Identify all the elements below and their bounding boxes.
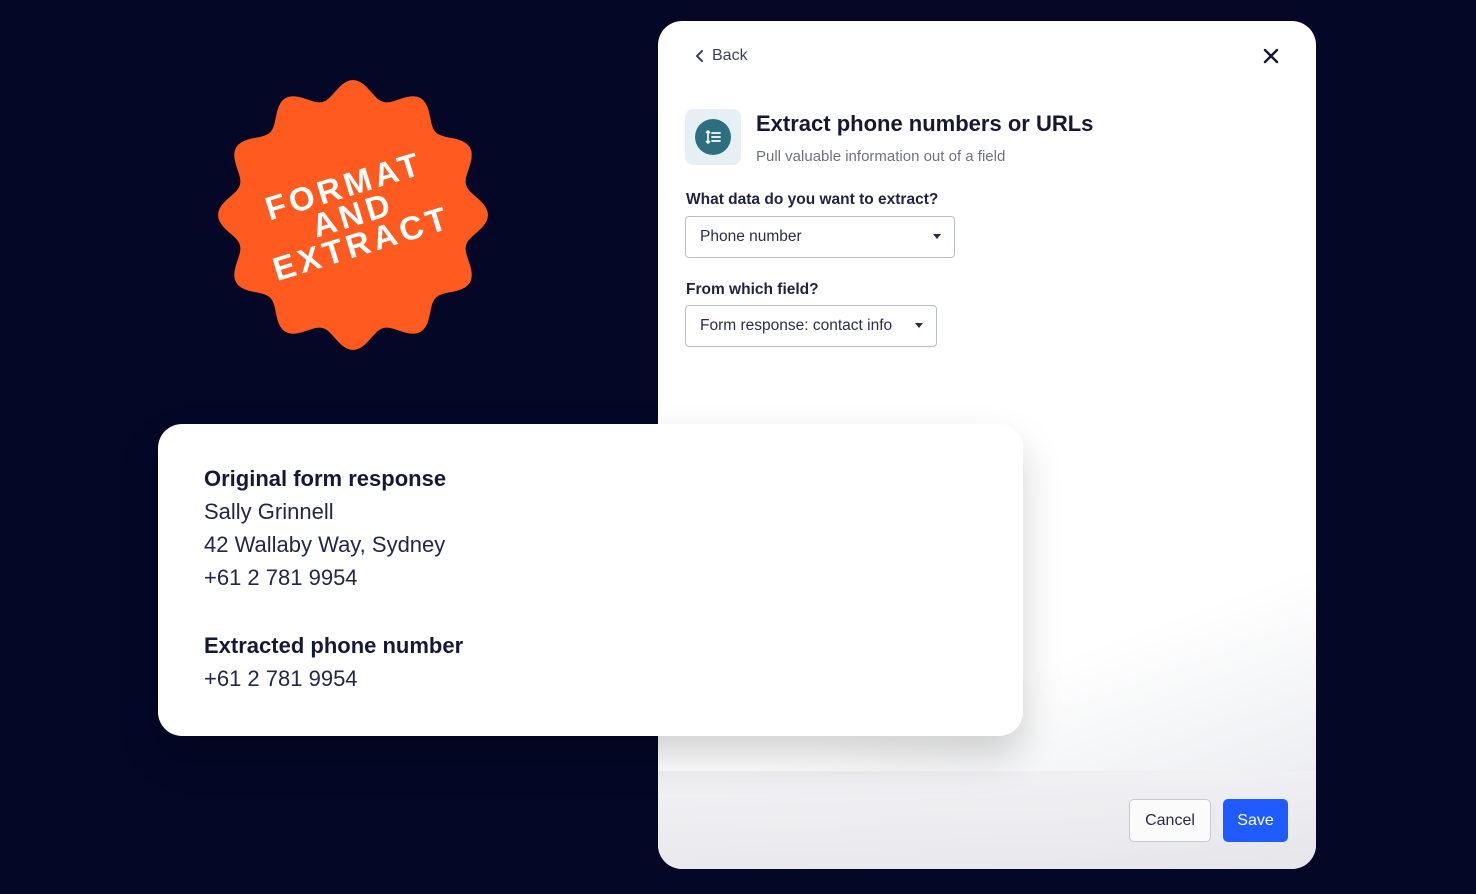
list-extract-icon xyxy=(695,119,731,155)
save-button[interactable]: Save xyxy=(1223,799,1288,842)
close-button[interactable] xyxy=(1260,45,1282,67)
dialog-subtitle: Pull valuable information out of a field xyxy=(756,148,1006,165)
original-response-heading: Original form response xyxy=(204,466,447,491)
chevron-left-icon xyxy=(696,50,703,62)
extracted-phone-value: +61 2 781 9954 xyxy=(204,666,358,691)
source-field-value: Form response: contact info xyxy=(700,317,893,334)
extract-type-label: What data do you want to extract? xyxy=(686,191,939,208)
source-field-label: From which field? xyxy=(686,281,819,298)
form-response-card: Original form response Sally Grinnell 42… xyxy=(158,424,1023,736)
dialog-title: Extract phone numbers or URLs xyxy=(756,111,1094,136)
caret-down-icon xyxy=(915,323,923,328)
extracted-phone-heading: Extracted phone number xyxy=(204,633,464,658)
original-response-phone: +61 2 781 9954 xyxy=(204,565,358,590)
back-link[interactable]: Back xyxy=(694,47,748,65)
original-response-name: Sally Grinnell xyxy=(204,499,334,524)
format-and-extract-badge: FORMAT AND EXTRACT xyxy=(215,77,491,353)
cancel-button[interactable]: Cancel xyxy=(1129,799,1211,842)
source-field-select[interactable]: Form response: contact info xyxy=(685,305,937,347)
original-response-address: 42 Wallaby Way, Sydney xyxy=(204,532,446,557)
dialog-footer xyxy=(658,771,1316,869)
extract-type-select[interactable]: Phone number xyxy=(685,216,955,258)
extract-type-value: Phone number xyxy=(700,228,802,245)
close-icon xyxy=(1263,48,1279,64)
back-label: Back xyxy=(712,47,748,64)
extract-action-icon xyxy=(685,109,741,165)
caret-down-icon xyxy=(933,234,941,239)
